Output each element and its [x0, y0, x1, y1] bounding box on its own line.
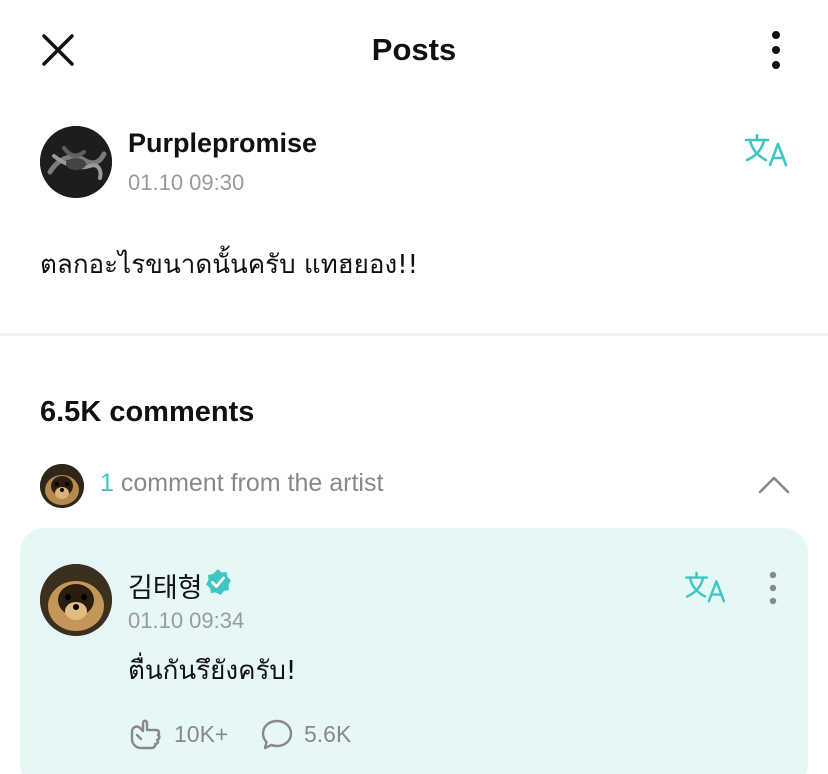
reply-count: 5.6K	[304, 720, 352, 747]
vertical-dots-icon	[769, 571, 777, 605]
translate-icon	[684, 571, 726, 603]
artist-comment-count: 1	[100, 469, 114, 497]
dog-photo-icon	[40, 464, 84, 508]
translate-button[interactable]	[744, 132, 790, 168]
commenter-name[interactable]: 김태형	[128, 566, 203, 605]
comment-body: ตื่นกันรึยังครับ!	[128, 656, 297, 686]
comment-bubble-icon	[261, 719, 293, 750]
dog-photo-icon	[40, 564, 112, 636]
page-title: Posts	[371, 32, 457, 67]
translate-icon	[744, 133, 788, 167]
comment-timestamp: 01.10 09:34	[128, 608, 245, 633]
like-button[interactable]: 10K+	[128, 716, 228, 752]
section-divider	[0, 333, 828, 336]
post-timestamp: 01.10 09:30	[128, 170, 245, 195]
chevron-up-icon[interactable]	[756, 470, 792, 498]
reply-button[interactable]: 5.6K	[260, 716, 351, 752]
like-count: 10K+	[174, 720, 229, 747]
commenter-avatar[interactable]	[40, 564, 112, 636]
author-avatar[interactable]	[40, 126, 112, 198]
artist-avatar-small	[40, 464, 84, 508]
like-icon	[130, 719, 161, 750]
more-options-button[interactable]	[762, 28, 790, 72]
artist-comment-summary: 1 comment from the artist	[100, 469, 383, 498]
artist-comments-toggle[interactable]: 1 comment from the artist	[0, 460, 828, 508]
author-name[interactable]: Purplepromise	[128, 128, 317, 159]
top-bar: Posts	[0, 0, 828, 100]
post-body: ตลกอะไรขนาดนั้นครับ แทฮยอง!!	[40, 250, 419, 280]
verified-badge-icon	[206, 569, 231, 595]
hands-photo-icon	[40, 126, 112, 198]
artist-comment-card: 김태형 01.10 09:34 ตื่นกันรึยังครับ! 10K+ 5…	[20, 528, 808, 774]
artist-comment-label: comment from the artist	[113, 469, 384, 497]
vertical-dots-icon	[772, 31, 780, 69]
translate-comment-button[interactable]	[684, 570, 728, 604]
comment-more-button[interactable]	[760, 568, 786, 608]
comments-count: 6.5K comments	[40, 396, 255, 428]
